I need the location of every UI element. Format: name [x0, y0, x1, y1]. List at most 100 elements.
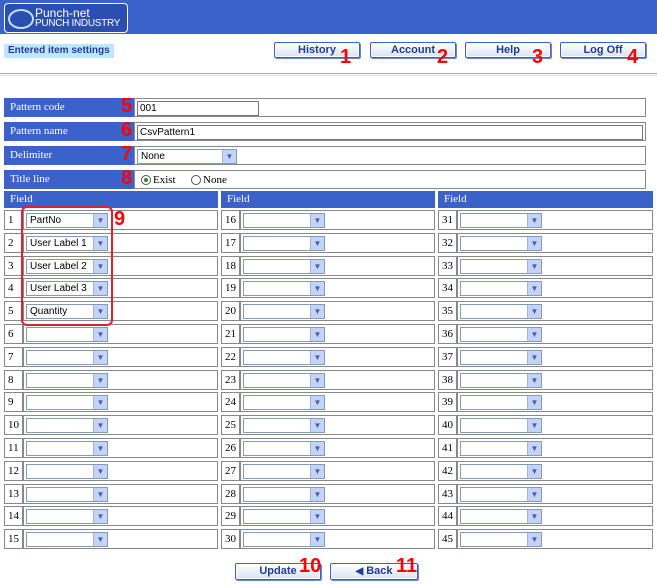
annotation-7: 7 [121, 143, 133, 165]
field-number: 8 [4, 370, 23, 390]
highlight-box [21, 206, 113, 326]
field-cell: ▼ [457, 438, 653, 458]
field-select[interactable]: ▼ [243, 487, 325, 502]
field-select[interactable]: ▼ [460, 281, 542, 296]
chevron-down-icon: ▼ [527, 214, 541, 227]
field-cell: ▼ [23, 461, 218, 481]
chevron-down-icon: ▼ [93, 396, 107, 409]
pattern-code-label: Pattern code [4, 98, 134, 117]
delimiter-select[interactable]: None ▼ [137, 149, 237, 164]
field-select[interactable]: ▼ [460, 327, 542, 342]
title-none-label: None [203, 174, 227, 186]
field-number: 14 [4, 506, 23, 526]
field-select[interactable]: ▼ [26, 487, 108, 502]
field-number: 34 [438, 278, 457, 298]
field-select[interactable]: ▼ [243, 395, 325, 410]
field-select[interactable]: ▼ [243, 304, 325, 319]
field-select[interactable]: ▼ [460, 304, 542, 319]
pattern-code-input[interactable]: 001 [137, 101, 259, 116]
field-select[interactable]: ▼ [26, 373, 108, 388]
chevron-down-icon: ▼ [93, 465, 107, 478]
field-cell: ▼ [240, 210, 435, 230]
field-select[interactable]: ▼ [243, 509, 325, 524]
field-select[interactable]: ▼ [26, 327, 108, 342]
field-select[interactable]: ▼ [243, 532, 325, 547]
title-exist-radio[interactable] [141, 175, 151, 185]
field-select[interactable]: ▼ [460, 464, 542, 479]
field-select[interactable]: ▼ [460, 487, 542, 502]
field-cell: ▼ [23, 438, 218, 458]
annotation-2: 2 [437, 46, 449, 68]
title-none-radio[interactable] [191, 175, 201, 185]
field-select[interactable]: ▼ [243, 327, 325, 342]
field-cell: ▼ [23, 415, 218, 435]
field-select[interactable]: ▼ [243, 236, 325, 251]
field-select[interactable]: ▼ [243, 213, 325, 228]
field-select[interactable]: ▼ [460, 395, 542, 410]
title-line-cell: Exist None [134, 170, 646, 189]
field-cell: ▼ [240, 506, 435, 526]
chevron-down-icon: ▼ [93, 328, 107, 341]
field-select[interactable]: ▼ [460, 236, 542, 251]
field-number: 30 [221, 529, 240, 549]
chevron-down-icon: ▼ [310, 260, 324, 273]
field-select[interactable]: ▼ [243, 464, 325, 479]
chevron-down-icon: ▼ [310, 305, 324, 318]
field-cell: ▼ [457, 347, 653, 367]
field-number: 39 [438, 392, 457, 412]
field-select[interactable]: ▼ [460, 441, 542, 456]
chevron-down-icon: ▼ [93, 510, 107, 523]
field-cell: ▼ [240, 324, 435, 344]
field-number: 20 [221, 301, 240, 321]
pattern-name-input[interactable]: CsvPattern1 [137, 125, 643, 140]
field-select[interactable]: ▼ [460, 373, 542, 388]
annotation-3: 3 [532, 46, 544, 68]
annotation-6: 6 [121, 119, 133, 141]
field-number: 18 [221, 256, 240, 276]
chevron-down-icon: ▼ [93, 488, 107, 501]
field-number: 40 [438, 415, 457, 435]
back-label: Back [366, 565, 393, 577]
annotation-5: 5 [121, 95, 133, 117]
field-select[interactable]: ▼ [243, 373, 325, 388]
field-number: 15 [4, 529, 23, 549]
chevron-down-icon: ▼ [310, 465, 324, 478]
field-select[interactable]: ▼ [26, 464, 108, 479]
field-select[interactable]: ▼ [26, 418, 108, 433]
field-cell: ▼ [240, 484, 435, 504]
field-select[interactable]: ▼ [26, 441, 108, 456]
chevron-down-icon: ▼ [527, 282, 541, 295]
field-select[interactable]: ▼ [243, 350, 325, 365]
field-select[interactable]: ▼ [460, 509, 542, 524]
field-number: 38 [438, 370, 457, 390]
annotation-4: 4 [627, 46, 639, 68]
field-number: 28 [221, 484, 240, 504]
field-select[interactable]: ▼ [26, 395, 108, 410]
chevron-down-icon: ▼ [310, 488, 324, 501]
field-select[interactable]: ▼ [460, 350, 542, 365]
field-cell: ▼ [240, 370, 435, 390]
field-cell: ▼ [23, 392, 218, 412]
chevron-down-icon: ▼ [527, 510, 541, 523]
field-cell: ▼ [457, 278, 653, 298]
field-select[interactable]: ▼ [460, 213, 542, 228]
field-select[interactable]: ▼ [243, 281, 325, 296]
field-number: 11 [4, 438, 23, 458]
field-select[interactable]: ▼ [460, 418, 542, 433]
field-number: 33 [438, 256, 457, 276]
field-select[interactable]: ▼ [26, 532, 108, 547]
field-select[interactable]: ▼ [460, 259, 542, 274]
chevron-down-icon: ▼ [527, 488, 541, 501]
field-cell: ▼ [23, 506, 218, 526]
field-select[interactable]: ▼ [243, 441, 325, 456]
field-select[interactable]: ▼ [26, 509, 108, 524]
title-exist-label: Exist [153, 174, 176, 186]
field-select[interactable]: ▼ [26, 350, 108, 365]
chevron-down-icon: ▼ [93, 442, 107, 455]
field-cell: ▼ [457, 210, 653, 230]
field-select[interactable]: ▼ [460, 532, 542, 547]
field-cell: ▼ [457, 256, 653, 276]
field-select[interactable]: ▼ [243, 259, 325, 274]
chevron-down-icon: ▼ [527, 328, 541, 341]
field-select[interactable]: ▼ [243, 418, 325, 433]
